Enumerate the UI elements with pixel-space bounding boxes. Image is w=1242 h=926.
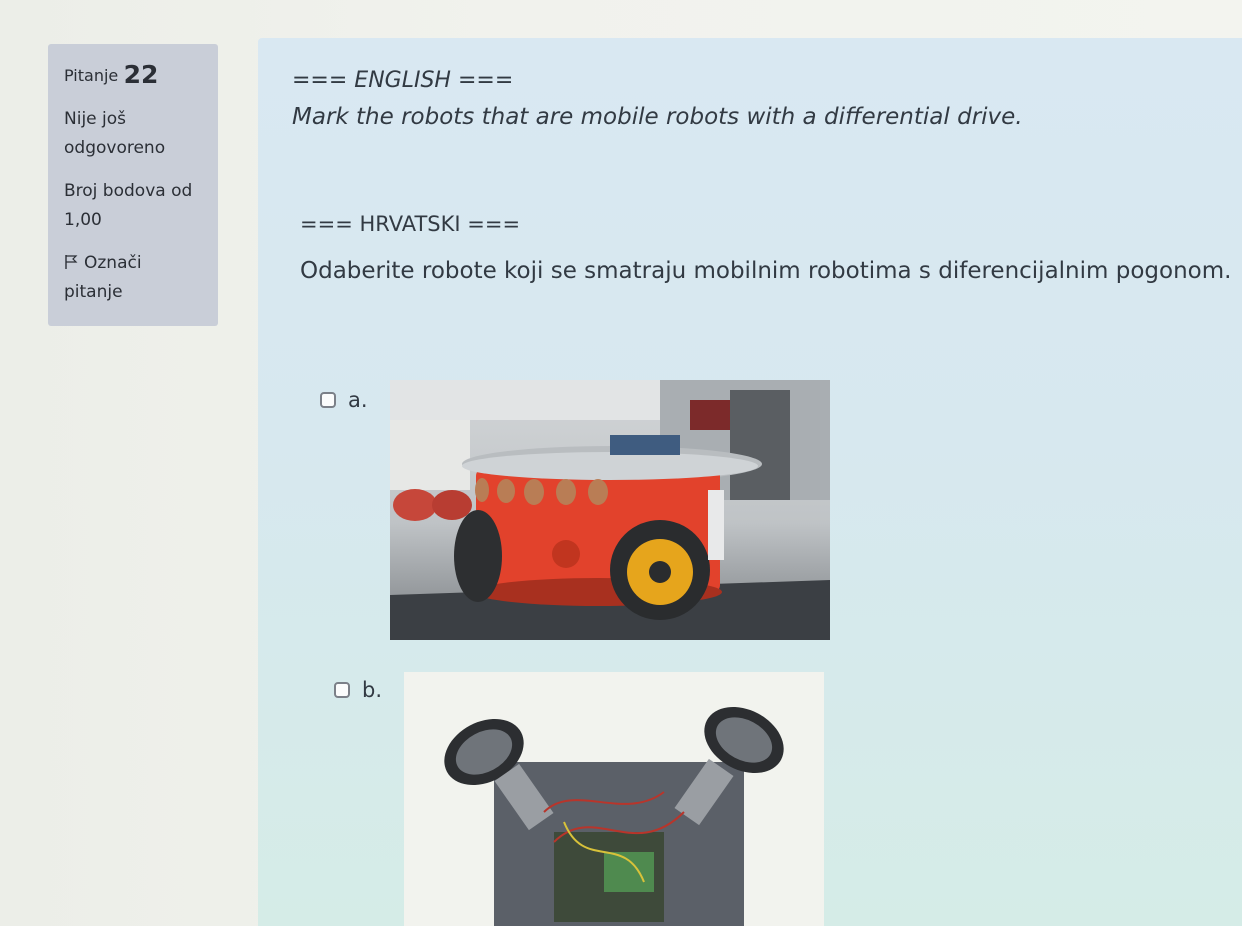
croatian-question-text: Odaberite robote koji se smatraju mobiln… [300, 258, 1232, 284]
question-points: Broj bodova od 1,00 [64, 177, 218, 235]
quiz-page: Pitanje 22 Nije još odgovoreno Broj bodo… [0, 0, 1242, 926]
option-b-label: b. [362, 678, 383, 702]
option-b-checkbox[interactable] [334, 682, 350, 698]
question-status: Nije još odgovoreno [64, 105, 218, 163]
flag-icon [65, 255, 78, 269]
option-a-image[interactable] [390, 380, 830, 640]
question-content: === ENGLISH === Mark the robots that are… [258, 38, 1242, 926]
points-line-2: 1,00 [64, 210, 102, 230]
status-line-2: odgovoreno [64, 138, 166, 158]
red-robot-image [390, 380, 830, 640]
omni-wheel-robot-image [404, 672, 824, 926]
question-info-panel: Pitanje 22 Nije još odgovoreno Broj bodo… [48, 44, 218, 326]
question-number: 22 [123, 60, 159, 89]
option-a-checkbox[interactable] [320, 392, 336, 408]
option-b[interactable]: b. [334, 678, 382, 702]
flag-line-2: pitanje [64, 282, 123, 302]
question-label: Pitanje [64, 66, 119, 85]
status-line-1: Nije još [64, 109, 127, 129]
option-a[interactable]: a. [320, 388, 368, 412]
points-line-1: Broj bodova od [64, 181, 193, 201]
english-header: === ENGLISH === [292, 68, 514, 93]
english-question-text: Mark the robots that are mobile robots w… [292, 104, 1023, 130]
option-a-label: a. [348, 388, 368, 412]
flag-line-1: Označi [84, 253, 142, 273]
croatian-header: === HRVATSKI === [300, 212, 521, 236]
question-number-row: Pitanje 22 [64, 60, 218, 91]
flag-question-link[interactable]: Označi pitanje [64, 249, 218, 307]
option-b-image[interactable] [404, 672, 824, 926]
